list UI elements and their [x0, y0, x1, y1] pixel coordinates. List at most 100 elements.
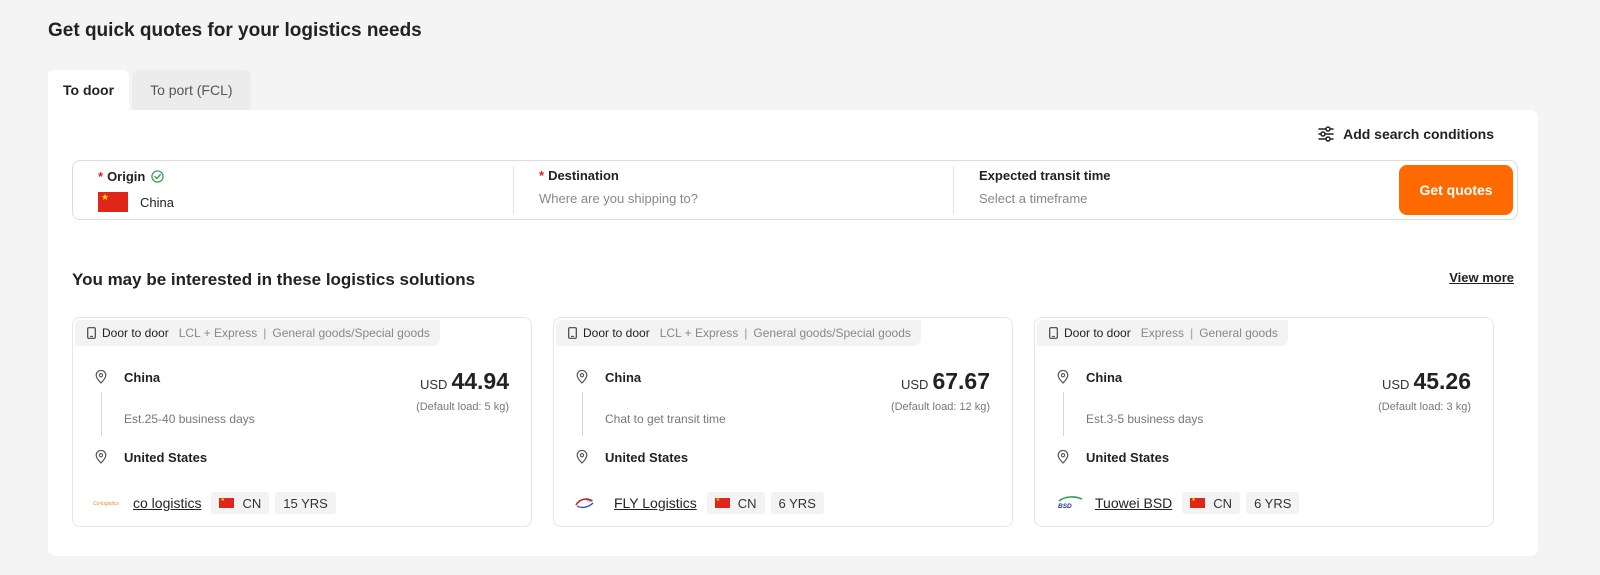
- route-line: [101, 392, 102, 436]
- route-line: [1063, 392, 1064, 436]
- transit-time-field[interactable]: Expected transit time Select a timeframe: [953, 166, 1393, 214]
- add-search-conditions-button[interactable]: Add search conditions: [1318, 126, 1494, 142]
- tab-to-door[interactable]: To door: [48, 70, 130, 110]
- price: USD 45.26 (Default load: 3 kg): [1378, 368, 1471, 413]
- add-search-conditions-label: Add search conditions: [1343, 126, 1494, 142]
- country-chip: CN: [211, 492, 270, 514]
- route-destination: United States: [605, 450, 689, 465]
- check-circle-icon: [151, 170, 165, 183]
- solutions-title: You may be interested in these logistics…: [72, 270, 476, 289]
- goods-tag: General goods/Special goods: [753, 326, 911, 340]
- service-tag: Express: [1140, 326, 1185, 340]
- currency: USD: [1381, 377, 1410, 392]
- route-origin: China: [1086, 370, 1123, 385]
- mobile-icon: [1049, 327, 1058, 339]
- get-quotes-button[interactable]: Get quotes: [1399, 165, 1513, 215]
- tag-separator: |: [263, 326, 267, 340]
- default-load: (Default load: 5 kg): [416, 401, 509, 413]
- shipping-mode: Door to door: [583, 326, 650, 340]
- currency: USD: [419, 377, 448, 392]
- supplier-logo: Co-logistics: [93, 495, 123, 511]
- svg-text:Co-logistics: Co-logistics: [93, 501, 119, 507]
- price: USD 44.94 (Default load: 5 kg): [416, 368, 509, 413]
- tab-bar: To door To port (FCL): [48, 70, 251, 110]
- shipping-mode: Door to door: [1064, 326, 1131, 340]
- svg-text:BSD: BSD: [1058, 503, 1072, 510]
- service-tag: LCL + Express: [659, 326, 739, 340]
- view-more-link[interactable]: View more: [1449, 270, 1514, 285]
- required-mark: *: [98, 169, 104, 184]
- quote-panel: Add search conditions * Origin China * D…: [48, 110, 1538, 556]
- country-chip: CN: [706, 492, 765, 514]
- price: USD 67.67 (Default load: 12 kg): [891, 368, 990, 413]
- transit-estimate: Chat to get transit time: [605, 412, 726, 426]
- solution-card[interactable]: Door to door Express | General goods Chi…: [1034, 317, 1494, 527]
- location-pin-icon: [576, 370, 588, 384]
- supplier-row: BSD Tuowei BSD CN 6 YRS: [1055, 492, 1305, 514]
- transit-time-select[interactable]: Select a timeframe: [979, 191, 1393, 206]
- tab-to-port-fcl[interactable]: To port (FCL): [132, 70, 251, 110]
- country-chip: CN: [1182, 492, 1241, 514]
- tag-separator: |: [1190, 326, 1194, 340]
- origin-label: * Origin: [98, 169, 513, 184]
- route-destination: United States: [1086, 450, 1170, 465]
- route-origin: China: [124, 370, 161, 385]
- transit-estimate: Est.25-40 business days: [124, 412, 255, 426]
- sliders-icon: [1318, 126, 1334, 142]
- origin-country: China: [140, 194, 174, 210]
- card-tag: Door to door LCL + Express | General goo…: [556, 320, 921, 346]
- origin-field[interactable]: * Origin China: [73, 161, 513, 219]
- shipping-mode: Door to door: [102, 326, 169, 340]
- goods-tag: General goods: [1199, 326, 1278, 340]
- price-amount: 67.67: [932, 368, 990, 394]
- origin-value: China: [98, 192, 513, 212]
- default-load: (Default load: 3 kg): [1378, 401, 1471, 413]
- supplier-logo: FLY: [574, 495, 604, 511]
- solution-card[interactable]: Door to door LCL + Express | General goo…: [553, 317, 1013, 527]
- location-pin-icon: [1057, 370, 1069, 384]
- route-destination: United States: [124, 450, 208, 465]
- service-tag: LCL + Express: [178, 326, 258, 340]
- card-tag: Door to door LCL + Express | General goo…: [75, 320, 440, 346]
- country-code: CN: [1213, 495, 1233, 511]
- years-chip: 15 YRS: [275, 492, 336, 514]
- goods-tag: General goods/Special goods: [272, 326, 430, 340]
- country-code: CN: [737, 495, 757, 511]
- route-line: [582, 392, 583, 436]
- transit-time-label: Expected transit time: [979, 168, 1111, 183]
- card-tag: Door to door Express | General goods: [1037, 320, 1288, 346]
- country-code: CN: [242, 495, 262, 511]
- price-amount: 44.94: [451, 368, 509, 394]
- supplier-name-link[interactable]: FLY Logistics: [614, 495, 697, 511]
- origin-label-text: Origin: [107, 169, 146, 184]
- solution-card[interactable]: Door to door LCL + Express | General goo…: [72, 317, 532, 527]
- supplier-name-link[interactable]: Tuowei BSD: [1095, 495, 1172, 511]
- destination-field[interactable]: * Destination Where are you shipping to?: [513, 166, 953, 214]
- destination-label: * Destination: [539, 168, 953, 183]
- mobile-icon: [87, 327, 96, 339]
- svg-text:FLY: FLY: [587, 499, 594, 503]
- china-flag-icon: [1190, 497, 1206, 508]
- location-pin-icon: [1057, 450, 1069, 464]
- supplier-row: FLY FLY Logistics CN 6 YRS: [574, 492, 830, 514]
- years-chip: 6 YRS: [1246, 492, 1300, 514]
- default-load: (Default load: 12 kg): [890, 401, 990, 413]
- page-title: Get quick quotes for your logistics need…: [48, 20, 422, 41]
- destination-input[interactable]: Where are you shipping to?: [539, 191, 953, 206]
- supplier-name-link[interactable]: co logistics: [133, 495, 201, 511]
- years-chip: 6 YRS: [770, 492, 824, 514]
- location-pin-icon: [576, 450, 588, 464]
- location-pin-icon: [95, 370, 107, 384]
- required-mark: *: [539, 168, 545, 183]
- china-flag-icon: [219, 497, 235, 508]
- price-amount: 45.26: [1413, 368, 1471, 394]
- location-pin-icon: [95, 450, 107, 464]
- route-origin: China: [605, 370, 642, 385]
- mobile-icon: [568, 327, 577, 339]
- china-flag-icon: [98, 192, 128, 212]
- transit-estimate: Est.3-5 business days: [1086, 412, 1204, 426]
- supplier-row: Co-logistics co logistics CN 15 YRS: [93, 492, 342, 514]
- currency: USD: [900, 377, 929, 392]
- destination-label-text: Destination: [548, 168, 619, 183]
- china-flag-icon: [714, 497, 730, 508]
